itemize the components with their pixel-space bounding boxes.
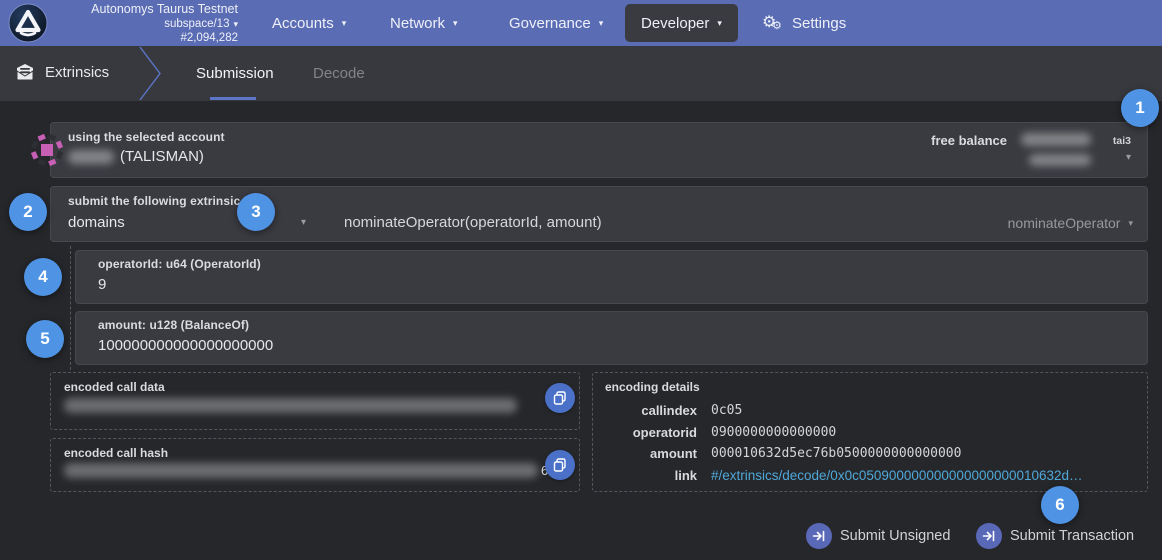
- detail-row-callindex: callindex 0c05: [605, 400, 1147, 422]
- method-signature[interactable]: nominateOperator(operatorId, amount): [344, 214, 602, 231]
- chevron-down-icon: ▾: [233, 20, 238, 29]
- nav-governance[interactable]: Governance ▾: [509, 0, 603, 46]
- chevron-down-icon[interactable]: ▾: [301, 217, 306, 228]
- chevron-down-icon[interactable]: ▾: [1126, 152, 1131, 163]
- detail-value: 0900000000000000: [711, 425, 836, 440]
- section-tab-bar: Extrinsics Submission Decode: [0, 46, 1162, 101]
- encoded-call-hash-card: encoded call hash 6: [50, 438, 580, 492]
- pallet-select-value[interactable]: domains: [68, 214, 125, 231]
- annotation-badge-2: 2: [9, 193, 47, 231]
- chevron-down-icon: ▾: [1128, 219, 1133, 228]
- sign-in-icon: [806, 523, 832, 549]
- detail-key: operatorid: [605, 425, 697, 440]
- sign-in-icon: [976, 523, 1002, 549]
- submit-unsigned-button[interactable]: Submit Unsigned: [806, 522, 950, 550]
- extrinsic-section-label: submit the following extrinsic: [68, 194, 240, 208]
- detail-value: 0c05: [711, 403, 742, 418]
- chevron-down-icon: ▾: [717, 19, 722, 28]
- param-operatorid-field[interactable]: operatorId: u64 (OperatorId) 9: [75, 250, 1148, 304]
- free-balance-label: free balance: [931, 133, 1007, 148]
- extrinsic-selector-card: submit the following extrinsic domains ▾…: [50, 186, 1148, 242]
- encoding-details-title: encoding details: [605, 380, 1147, 400]
- param-operatorid-value[interactable]: 9: [98, 276, 106, 293]
- detail-key: callindex: [605, 403, 697, 418]
- tab-submission[interactable]: Submission: [196, 46, 274, 101]
- top-nav-bar: Autonomys Taurus Testnet subspace/13 ▾ #…: [0, 0, 1162, 46]
- selected-account-dropdown[interactable]: using the selected account (TALISMAN) fr…: [50, 122, 1148, 178]
- detail-key: amount: [605, 446, 697, 461]
- detail-row-amount: amount 000010632d5ec76b0500000000000000: [605, 443, 1147, 465]
- network-title: Autonomys Taurus Testnet: [91, 2, 238, 17]
- method-select[interactable]: nominateOperator ▾: [1008, 215, 1133, 231]
- encoded-call-hash-label: encoded call hash: [64, 446, 168, 460]
- chevron-down-icon: ▾: [342, 19, 347, 28]
- nav-network[interactable]: Network ▾: [390, 0, 458, 46]
- encoded-call-data-label: encoded call data: [64, 380, 165, 394]
- breadcrumb-chevron-icon: [138, 46, 164, 101]
- account-section-label: using the selected account: [68, 130, 225, 144]
- annotation-badge-3: 3: [237, 193, 275, 231]
- redacted-balance-value: [1021, 133, 1091, 146]
- network-brand: Autonomys Taurus Testnet subspace/13 ▾ #…: [60, 2, 238, 45]
- detail-value: 000010632d5ec76b0500000000000000: [711, 446, 961, 461]
- encoding-details-card: encoding details callindex 0c05 operator…: [592, 372, 1148, 492]
- param-amount-value[interactable]: 100000000000000000000: [98, 337, 273, 354]
- param-amount-label: amount: u128 (BalanceOf): [98, 318, 249, 332]
- redacted-call-hash: [64, 463, 538, 478]
- encoded-call-data-card: encoded call data: [50, 372, 580, 430]
- redacted-call-data: [64, 398, 517, 413]
- nav-settings[interactable]: ⚙ ⚙ Settings: [762, 0, 846, 46]
- copy-icon: [553, 391, 567, 405]
- extrinsics-icon: [15, 63, 35, 81]
- params-connector-line: [70, 246, 71, 370]
- redacted-account-address: [1029, 154, 1091, 166]
- annotation-badge-6: 6: [1041, 486, 1079, 524]
- block-number: #2,094,282: [180, 31, 238, 45]
- gears-icon: ⚙ ⚙: [762, 13, 784, 33]
- autonomys-logo-icon[interactable]: [8, 3, 48, 43]
- chevron-down-icon: ▾: [453, 19, 458, 28]
- balance-unit: tai3: [1113, 135, 1131, 147]
- submit-transaction-button[interactable]: Submit Transaction: [976, 522, 1134, 550]
- annotation-badge-5: 5: [26, 320, 64, 358]
- breadcrumb: Extrinsics: [45, 64, 109, 81]
- param-amount-field[interactable]: amount: u128 (BalanceOf) 100000000000000…: [75, 311, 1148, 365]
- detail-key: link: [605, 468, 697, 483]
- account-name-line: (TALISMAN): [68, 148, 204, 165]
- nav-developer[interactable]: Developer ▾: [625, 4, 738, 42]
- annotation-badge-1: 1: [1121, 89, 1159, 127]
- redacted-account-name: [68, 150, 114, 164]
- copy-call-data-button[interactable]: [545, 383, 575, 413]
- annotation-badge-4: 4: [24, 258, 62, 296]
- tab-decode[interactable]: Decode: [313, 46, 365, 101]
- copy-call-hash-button[interactable]: [545, 450, 575, 480]
- account-identicon[interactable]: [30, 133, 64, 167]
- decode-link[interactable]: #/extrinsics/decode/0x0c0509000000000000…: [711, 468, 1083, 483]
- nav-accounts[interactable]: Accounts ▾: [272, 0, 346, 46]
- chevron-down-icon: ▾: [599, 19, 604, 28]
- detail-row-operatorid: operatorid 0900000000000000: [605, 422, 1147, 444]
- copy-icon: [553, 458, 567, 472]
- chain-selector[interactable]: subspace/13 ▾: [164, 17, 238, 31]
- param-operatorid-label: operatorId: u64 (OperatorId): [98, 257, 261, 271]
- detail-row-link: link #/extrinsics/decode/0x0c05090000000…: [605, 465, 1147, 487]
- extrinsics-submission-page: Autonomys Taurus Testnet subspace/13 ▾ #…: [0, 0, 1162, 560]
- account-name-suffix: (TALISMAN): [120, 148, 204, 165]
